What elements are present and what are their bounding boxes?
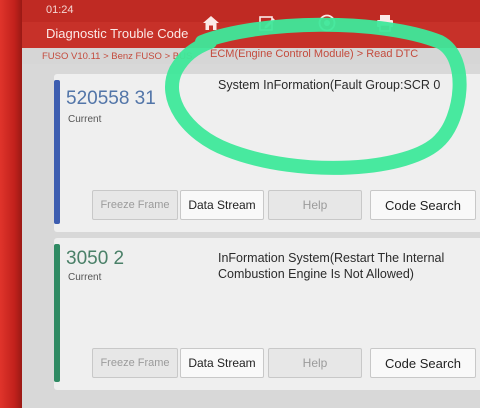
dtc-code: 520558 31 <box>66 88 156 109</box>
dtc-description: InFormation System(Restart The Internal … <box>218 251 445 281</box>
breadcrumb-path: FUSO V10.11 > Benz FUSO > BUS <box>42 51 193 62</box>
profile-icon[interactable] <box>314 10 340 36</box>
status-time: 01:24 <box>46 4 74 16</box>
device-screen: 01:24 Diagnostic Trouble Code FUSO V10.1… <box>22 0 480 408</box>
freeze-frame-button[interactable]: Freeze Frame <box>92 190 178 220</box>
device-bezel <box>0 0 24 408</box>
freeze-frame-button[interactable]: Freeze Frame <box>92 348 178 378</box>
dtc-description: System InFormation(Fault Group:SCR 0 <box>218 78 441 92</box>
app-header: Diagnostic Trouble Code <box>22 14 480 48</box>
breadcrumb: FUSO V10.11 > Benz FUSO > BUS ECM(Engine… <box>22 48 480 64</box>
card-accent-bar <box>54 80 60 224</box>
data-stream-button[interactable]: Data Stream <box>180 190 264 220</box>
breadcrumb-current: ECM(Engine Control Module) > Read DTC <box>210 48 419 60</box>
dtc-card: 3050 2 Current InFormation System(Restar… <box>54 238 480 390</box>
code-search-button[interactable]: Code Search <box>370 190 476 220</box>
print-icon[interactable] <box>372 10 398 36</box>
home-icon[interactable] <box>198 10 224 36</box>
dtc-card: 520558 31 Current System InFormation(Fau… <box>54 74 480 232</box>
page-title: Diagnostic Trouble Code <box>46 26 189 41</box>
dtc-status: Current <box>68 114 102 125</box>
data-stream-button[interactable]: Data Stream <box>180 348 264 378</box>
help-button[interactable]: Help <box>268 348 362 378</box>
edit-icon[interactable] <box>254 10 280 36</box>
status-bar: 01:24 <box>22 0 480 22</box>
dtc-status: Current <box>68 272 102 283</box>
card-accent-bar <box>54 244 60 382</box>
help-button[interactable]: Help <box>268 190 362 220</box>
dtc-code: 3050 2 <box>66 248 125 269</box>
code-search-button[interactable]: Code Search <box>370 348 476 378</box>
